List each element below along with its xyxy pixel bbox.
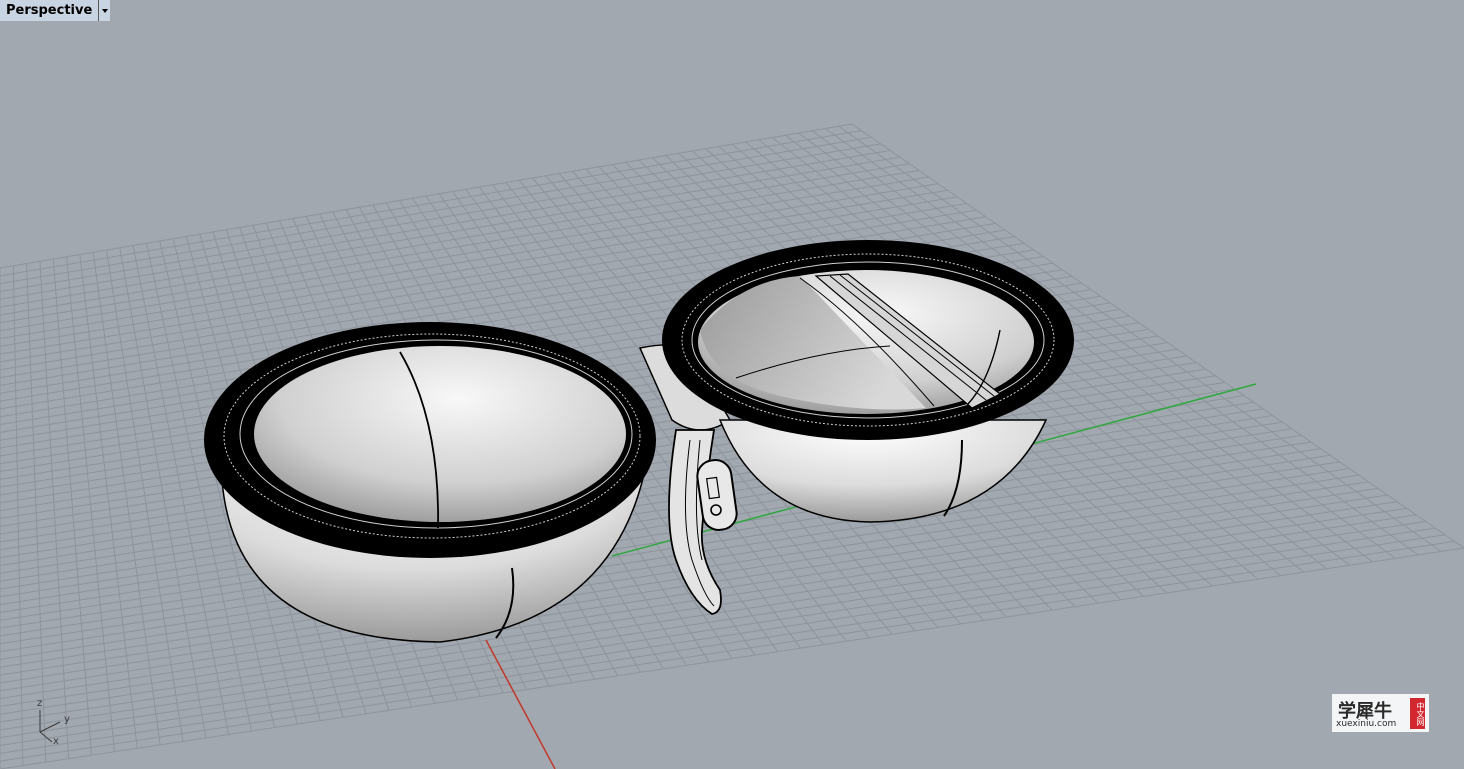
viewport-scene[interactable] [0, 0, 1464, 769]
viewport-title-tab[interactable]: Perspective [0, 0, 111, 21]
axis-triad-icon: z y x [30, 698, 80, 750]
axis-label-x: x [53, 736, 59, 747]
grid-line [0, 434, 1302, 637]
chevron-down-icon[interactable] [99, 0, 111, 21]
watermark-logo: 学犀牛 xuexiniu.com 中文网 [1332, 694, 1429, 732]
viewport-title[interactable]: Perspective [0, 0, 100, 21]
watermark-url: xuexiniu.com [1336, 719, 1397, 729]
x-axis-line [485, 639, 556, 769]
axis-label-z: z [37, 698, 43, 709]
axis-label-y: y [64, 714, 70, 725]
watermark-seal: 中文网 [1410, 698, 1425, 729]
perspective-viewport[interactable]: Perspective z y x 学犀牛 xuexiniu.com 中文网 [0, 0, 1464, 769]
